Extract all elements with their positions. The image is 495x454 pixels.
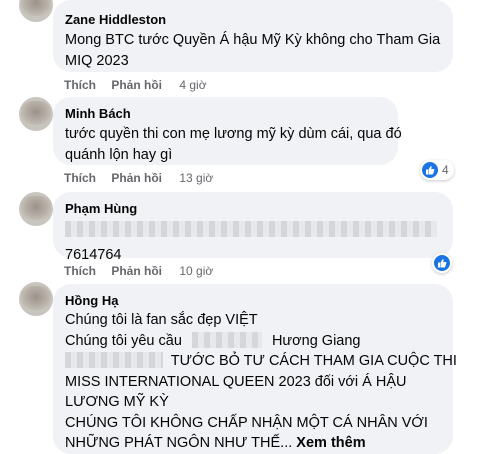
comment-text-line: TƯỚC BỎ TƯ CÁCH THAM GIA CUỘC THI	[65, 351, 457, 372]
comment-text-line: MISS INTERNATIONAL QUEEN 2023 đối với Á …	[65, 373, 407, 390]
comment-timestamp[interactable]: 4 giờ	[179, 78, 206, 92]
avatar[interactable]	[19, 97, 53, 131]
comment-bubble: Phạm Hùng 7614764	[53, 192, 453, 263]
redacted-text	[191, 331, 262, 348]
comment-text-line: CHÚNG TÔI KHÔNG CHẤP NHẬN MỘT CÁ NHÂN VỚ…	[65, 414, 428, 431]
comment-actions: Thích Phản hồi 10 giờ	[64, 264, 213, 278]
avatar[interactable]	[19, 192, 53, 226]
comment-text-fragment: Hương Giang	[271, 332, 361, 349]
comment-author[interactable]: Zane Hiddleston	[65, 11, 441, 28]
reply-button[interactable]: Phản hồi	[111, 264, 162, 278]
comment-text-line: LƯƠNG MỸ KỲ	[65, 394, 169, 410]
comment-text-line: Mong BTC tước Quyền Á hậu Mỹ Kỳ không ch…	[65, 32, 441, 48]
avatar[interactable]	[19, 0, 53, 22]
comment-text-line: Chúng tôi yêu cầu Hương Giang	[65, 331, 441, 352]
comment-bubble: Minh Bách tước quyền thi con mẹ lương mỹ…	[53, 97, 402, 166]
like-reaction-icon	[434, 255, 450, 271]
redacted-text	[65, 221, 437, 237]
comment-bubble: Zane Hiddleston Mong BTC tước Quyền Á hậ…	[53, 0, 453, 72]
redacted-text	[65, 352, 163, 368]
comment-author[interactable]: Hồng Hạ	[65, 292, 441, 309]
comment-timestamp[interactable]: 10 giờ	[179, 264, 213, 278]
reply-button[interactable]: Phản hồi	[111, 171, 162, 185]
comment-timestamp[interactable]: 13 giờ	[179, 171, 213, 185]
comment-text-line: Chúng tôi là fan sắc đẹp VIỆT	[65, 312, 258, 328]
comment-bubble: Hồng Hạ Chúng tôi là fan sắc đẹp VIỆT Ch…	[53, 284, 457, 454]
comment-text-line: NHỮNG PHÁT NGÔN NHƯ THẾ... Xem thêm	[65, 433, 441, 454]
like-reaction-icon	[422, 162, 438, 178]
comment-text: tước quyền thi con mẹ lương mỹ kỳ dùm cá…	[65, 124, 402, 166]
reaction-count: 4	[442, 163, 449, 177]
comment-text: Mong BTC tước Quyền Á hậu Mỹ Kỳ không ch…	[65, 30, 441, 72]
like-button[interactable]: Thích	[64, 171, 96, 185]
comment-text-line: quánh lộn hay gì	[65, 147, 173, 163]
comment-author[interactable]: Minh Bách	[65, 105, 386, 122]
reaction-summary[interactable]	[432, 253, 452, 273]
like-button[interactable]: Thích	[64, 264, 96, 278]
comment-text: Chúng tôi là fan sắc đẹp VIỆT Chúng tôi …	[65, 310, 457, 454]
comment-author[interactable]: Phạm Hùng	[65, 200, 441, 217]
comment-text-line: tước quyền thi con mẹ lương mỹ kỳ dùm cá…	[65, 126, 402, 142]
comment-text-line: 7614764	[65, 247, 122, 263]
reaction-summary[interactable]: 4	[420, 160, 454, 180]
like-button[interactable]: Thích	[64, 78, 96, 92]
comment-text-fragment: TƯỚC BỎ TƯ CÁCH THAM GIA CUỘC THI	[170, 353, 457, 369]
comment-text-line: MIQ 2023	[65, 53, 129, 69]
comment-actions: Thích Phản hồi 4 giờ	[64, 78, 207, 92]
comment-actions: Thích Phản hồi 13 giờ	[64, 171, 213, 185]
comment-text: 7614764	[65, 220, 441, 266]
reply-button[interactable]: Phản hồi	[111, 78, 162, 92]
comment-text-fragment: Chúng tôi yêu cầu	[65, 332, 182, 349]
avatar[interactable]	[19, 282, 53, 316]
